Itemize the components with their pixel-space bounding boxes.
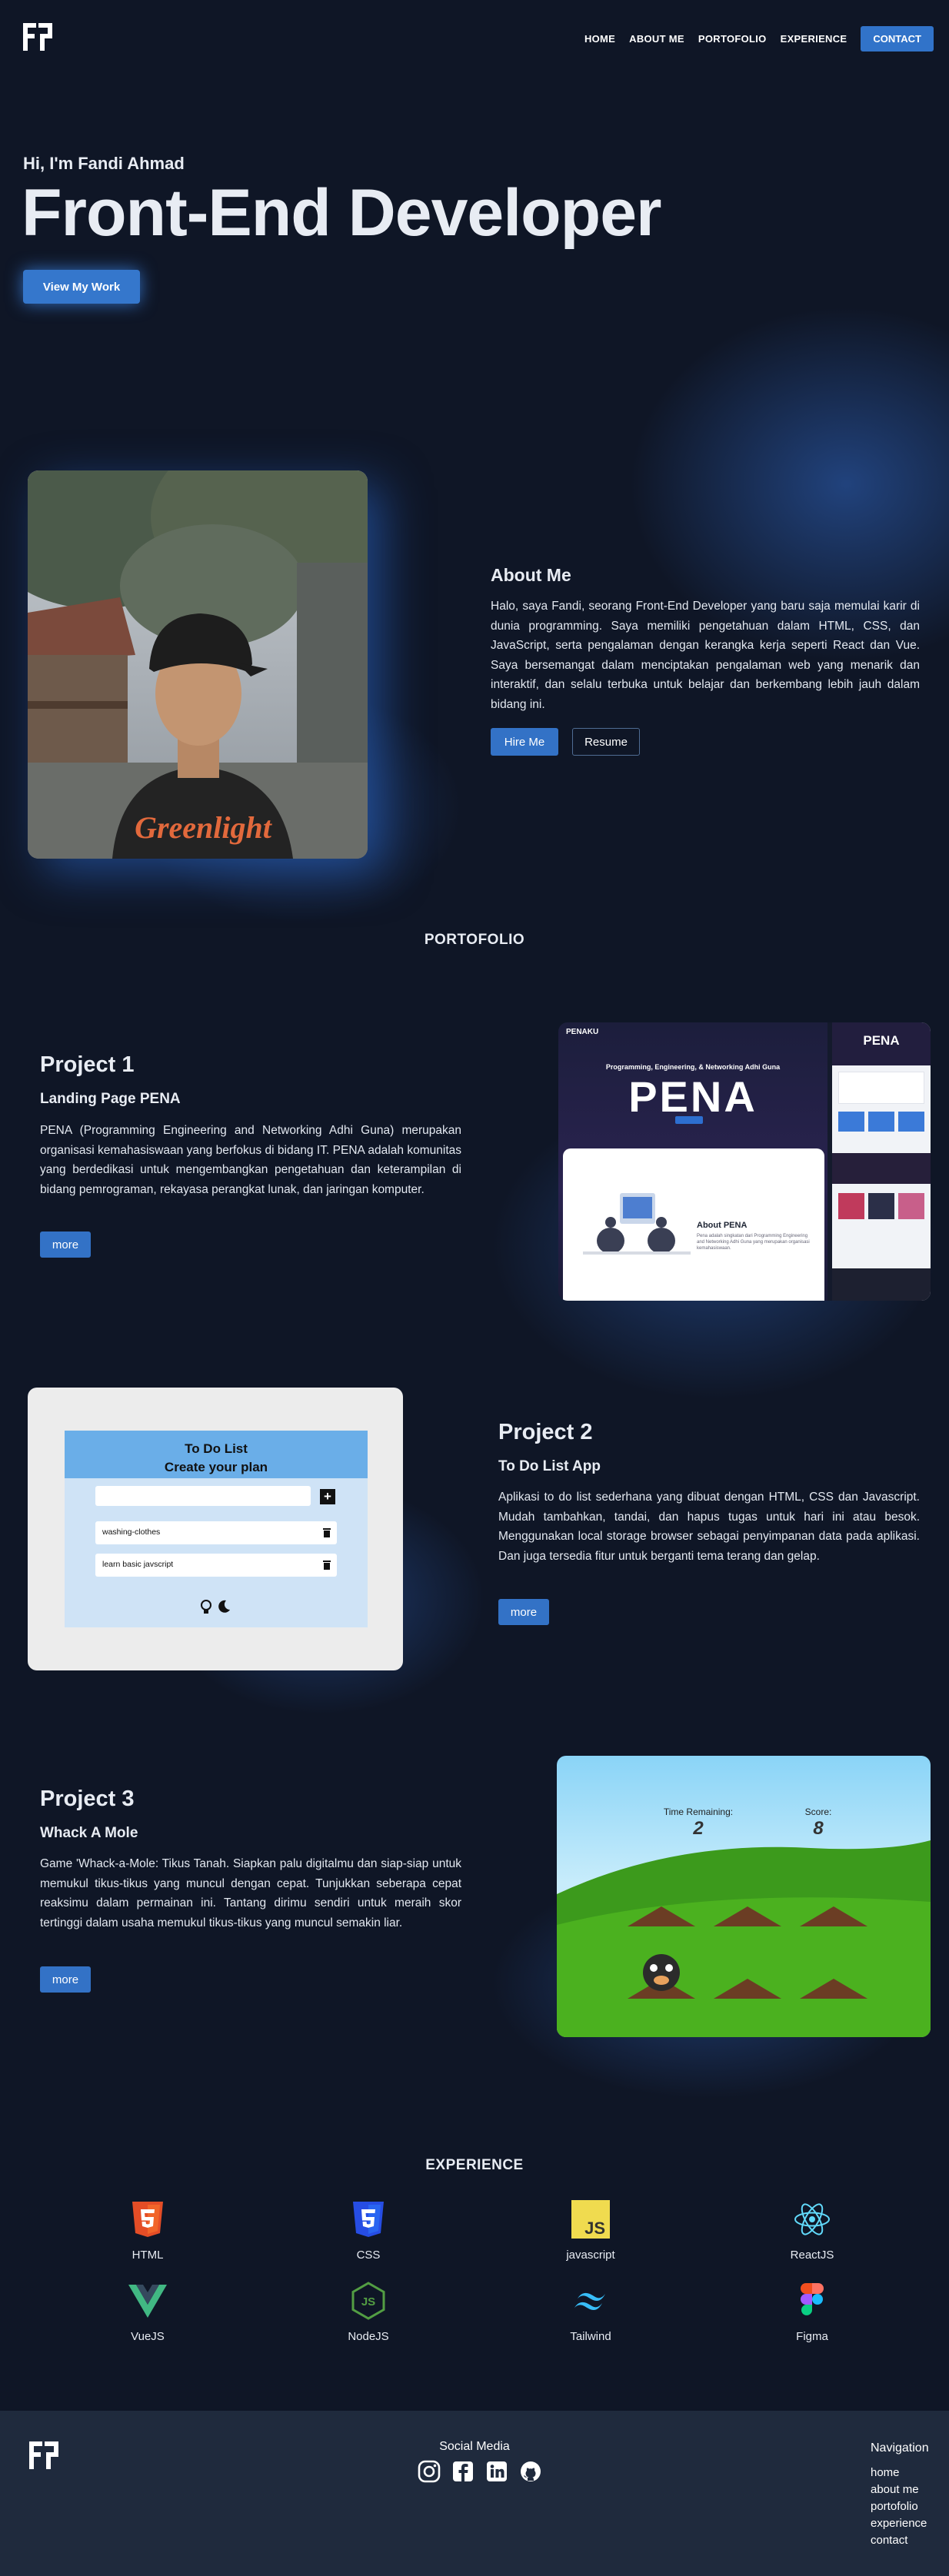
project-3-subtitle: Whack A Mole [40, 1825, 138, 1841]
skill-label: Figma [796, 2330, 828, 2343]
skill-html: HTML [86, 2200, 209, 2262]
about-title: About Me [491, 565, 571, 585]
hero-title: Front-End Developer [22, 176, 662, 250]
todo-item-label: washing-clothes [102, 1527, 161, 1537]
project-3-description: Game 'Whack-a-Mole: Tikus Tanah. Siapkan… [40, 1857, 461, 1930]
todo-item: learn basic javscript [95, 1554, 337, 1577]
pena-about-title: About PENA [697, 1221, 748, 1230]
hero-greeting: Hi, I'm Fandi Ahmad [23, 154, 185, 173]
moon-icon[interactable] [217, 1600, 231, 1614]
resume-button[interactable]: Resume [572, 728, 640, 756]
todo-heading: To Do List [185, 1441, 248, 1456]
skill-figma: Figma [751, 2282, 874, 2343]
project-1-more-button[interactable]: more [40, 1231, 91, 1258]
project-2-screenshot[interactable]: To Do List Create your plan + washing-cl… [28, 1388, 403, 1670]
nav-portofolio[interactable]: PORTOFOLIO [698, 33, 767, 45]
portfolio-title: PORTOFOLIO [424, 932, 525, 948]
project-3-title: Project 3 [40, 1787, 135, 1811]
hire-me-button[interactable]: Hire Me [491, 728, 558, 756]
shirt-text: Greenlight [135, 810, 273, 845]
skill-reactjs: ReactJS [751, 2200, 874, 2262]
todo-item-label: learn basic javscript [102, 1560, 174, 1569]
nav-about-me[interactable]: ABOUT ME [629, 33, 684, 45]
skill-label: HTML [132, 2249, 164, 2262]
time-remaining-label: Time Remaining: [663, 1807, 734, 1817]
figma-icon [801, 2283, 824, 2315]
logo-icon[interactable] [22, 22, 54, 52]
footer-link-portofolio[interactable]: portofolio [871, 2498, 927, 2515]
svg-text:JS: JS [361, 2295, 375, 2308]
mole[interactable] [643, 1954, 680, 1991]
linkedin-icon[interactable] [485, 2460, 508, 2483]
trash-icon[interactable] [323, 1527, 331, 1537]
project-1-title: Project 1 [40, 1052, 135, 1077]
navigation-title: Navigation [871, 2441, 929, 2455]
pena-brand: PENAKU [566, 1028, 599, 1036]
lightbulb-icon[interactable] [200, 1600, 212, 1615]
svg-text:JS: JS [584, 2219, 605, 2238]
project-2-more-button[interactable]: more [498, 1599, 549, 1625]
todo-subheading: Create your plan [164, 1460, 268, 1474]
vue-icon [128, 2285, 167, 2318]
view-my-work-button[interactable]: View My Work [23, 270, 140, 304]
facebook-icon[interactable] [451, 2460, 475, 2483]
footer-link-experience[interactable]: experience [871, 2515, 927, 2532]
footer-link-about-me[interactable]: about me [871, 2481, 927, 2498]
nav-contact-button[interactable]: CONTACT [861, 26, 934, 52]
skill-label: Tailwind [570, 2330, 611, 2343]
skill-label: CSS [356, 2249, 381, 2262]
project-2-title: Project 2 [498, 1420, 593, 1444]
project-3-more-button[interactable]: more [40, 1966, 91, 1993]
footer-link-home[interactable]: home [871, 2465, 927, 2481]
trash-icon[interactable] [323, 1560, 331, 1570]
score-label: Score: [804, 1807, 832, 1817]
footer-link-contact[interactable]: contact [871, 2532, 927, 2549]
skill-label: ReactJS [790, 2249, 834, 2262]
skill-tailwind: Tailwind [529, 2282, 652, 2343]
javascript-icon: JS [571, 2200, 610, 2239]
skill-label: javascript [566, 2249, 615, 2262]
css3-icon [353, 2202, 384, 2237]
tailwind-icon [574, 2292, 605, 2310]
instagram-icon[interactable] [418, 2460, 441, 2483]
social-media-title: Social Media [439, 2440, 510, 2453]
profile-photo: Greenlight [28, 470, 368, 859]
skill-javascript: JS javascript [529, 2200, 652, 2262]
skill-nodejs: JS NodeJS [307, 2282, 430, 2343]
github-icon[interactable] [519, 2460, 542, 2483]
react-icon [794, 2203, 830, 2235]
project-1-description: PENA (Programming Engineering and Networ… [40, 1124, 461, 1196]
todo-item: washing-clothes [95, 1521, 337, 1544]
html5-icon [132, 2202, 163, 2237]
about-text: Halo, saya Fandi, seorang Front-End Deve… [491, 600, 920, 711]
skill-label: VueJS [131, 2330, 165, 2343]
pena-hero-word: PENA [628, 1072, 758, 1121]
todo-add-button[interactable]: + [320, 1489, 335, 1504]
time-remaining-value: 2 [693, 1818, 704, 1839]
pena-about-text: Pena adalah singkatan dari Programming E… [697, 1234, 810, 1251]
top-navbar: HOME ABOUT ME PORTOFOLIO EXPERIENCE CONT… [0, 0, 949, 77]
project-2-description: Aplikasi to do list sederhana yang dibua… [498, 1491, 920, 1563]
skill-vuejs: VueJS [86, 2282, 209, 2343]
pena-side-word: PENA [863, 1033, 900, 1048]
todo-input[interactable] [95, 1486, 311, 1506]
skill-css: CSS [307, 2200, 430, 2262]
nav-home[interactable]: HOME [584, 33, 615, 45]
nodejs-icon: JS [351, 2282, 385, 2320]
nav-experience[interactable]: EXPERIENCE [781, 33, 847, 45]
footer: Social Media Navigation home about me po… [0, 2411, 949, 2576]
experience-title: EXPERIENCE [425, 2157, 524, 2173]
project-1-subtitle: Landing Page PENA [40, 1091, 181, 1107]
project-1-screenshot[interactable]: PENAKU Programming, Engineering, & Netwo… [558, 1022, 931, 1301]
project-3-screenshot[interactable]: Time Remaining: 2 Score: 8 [557, 1756, 931, 2037]
project-2-subtitle: To Do List App [498, 1458, 601, 1474]
pena-tagline: Programming, Engineering, & Networking A… [605, 1063, 781, 1071]
skill-label: NodeJS [348, 2330, 389, 2343]
score-value: 8 [813, 1818, 824, 1839]
